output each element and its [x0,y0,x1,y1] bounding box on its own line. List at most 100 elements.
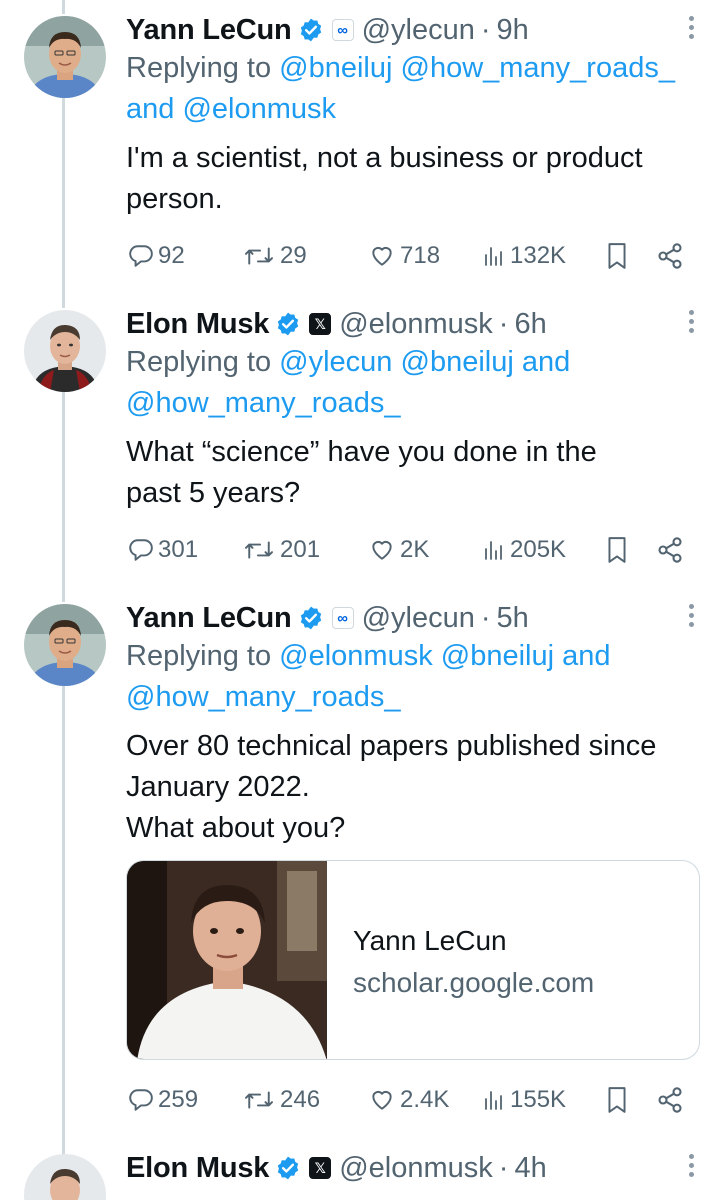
avatar[interactable] [24,16,106,98]
mention-link[interactable]: @bneiluj [441,640,554,672]
tweet-timestamp[interactable]: 5h [497,602,529,635]
tweet-text: Over 80 technical papers published since… [126,730,657,844]
share-button[interactable] [656,1080,684,1120]
author-handle[interactable]: @ylecun [362,602,475,635]
avatar[interactable] [24,604,106,686]
mention-link[interactable]: @bneiluj [401,346,514,378]
separator-dot: · [498,307,509,340]
verified-badge-icon [298,605,324,631]
mention-link[interactable]: @how_many_roads_ [126,681,400,713]
heart-icon [372,540,392,560]
share-button[interactable] [656,236,684,276]
mention-link[interactable]: @elonmusk [279,640,433,672]
tweet-actions: 92 29 718 132K [124,236,694,276]
share-button[interactable] [656,530,684,570]
separator-dot: · [498,1151,509,1184]
link-preview-image [127,861,327,1059]
bookmark-button[interactable] [606,1080,628,1120]
tweet-timestamp[interactable]: 6h [514,308,546,341]
verified-badge-icon [275,1155,301,1181]
mention-link[interactable]: @elonmusk [182,93,336,125]
views-icon [485,1091,502,1110]
views-count: 132K [510,242,567,269]
reply-button[interactable]: 301 [128,530,198,570]
tweet[interactable]: Elon Musk 𝕏 @elonmusk · 4h [0,1148,724,1200]
author-handle[interactable]: @ylecun [362,14,475,47]
verified-badge-icon [298,17,324,43]
repost-count: 246 [280,1086,321,1113]
tweet-actions: 301 201 2K 205K [124,530,694,570]
meta-logo-icon: ∞ [331,19,354,41]
share-icon [658,1087,682,1113]
author-handle[interactable]: @elonmusk [339,1152,493,1185]
tweet[interactable]: Yann LeCun ∞ @ylecun · 9h Replying to @b… [0,10,724,290]
mention-link[interactable]: @bneiluj [279,52,392,84]
reply-button[interactable]: 92 [128,236,185,276]
mention-joiner: and [521,346,571,378]
avatar[interactable] [24,310,106,392]
verified-badge-icon [275,311,301,337]
bookmark-button[interactable] [606,236,628,276]
mention-joiner: and [126,93,175,125]
views-button[interactable]: 205K [482,530,566,570]
link-preview-card[interactable]: Yann LeCun scholar.google.com [126,860,700,1060]
views-icon [485,247,502,266]
more-options-icon[interactable] [688,16,694,39]
meta-logo-icon: ∞ [331,607,354,629]
bookmark-button[interactable] [606,530,628,570]
repost-count: 29 [280,242,307,269]
views-count: 155K [510,1086,567,1113]
replying-to-label: Replying to [126,52,272,84]
like-count: 2K [400,536,430,563]
tweet-timestamp[interactable]: 4h [514,1152,546,1185]
reply-count: 259 [158,1086,199,1113]
repost-button[interactable]: 201 [242,530,320,570]
author-name[interactable]: Elon Musk [126,1152,269,1185]
tweet[interactable]: Yann LeCun ∞ @ylecun · 5h Replying to @e… [0,598,724,1118]
bookmark-icon [608,1087,626,1113]
views-count: 205K [510,536,567,563]
tweet-timestamp[interactable]: 9h [497,14,529,47]
author-name[interactable]: Yann LeCun [126,602,292,635]
like-count: 2.4K [400,1086,450,1113]
x-logo-icon: 𝕏 [309,313,332,335]
share-icon [658,243,682,269]
separator-dot: · [480,13,491,46]
views-button[interactable]: 132K [482,236,566,276]
heart-icon [372,1090,392,1110]
replying-to-label: Replying to [126,346,272,378]
repost-icon [245,541,273,559]
reply-count: 92 [158,242,185,269]
replying-to: Replying to @bneiluj @how_many_roads_ an… [126,48,706,130]
replying-to: Replying to @elonmusk @bneiluj and @how_… [126,636,706,718]
views-icon [485,541,502,560]
replying-to: Replying to @ylecun @bneiluj and @how_ma… [126,342,706,424]
reply-button[interactable]: 259 [128,1080,198,1120]
mention-joiner: and [562,640,611,672]
repost-button[interactable]: 246 [242,1080,320,1120]
tweet-actions: 259 246 2.4K 155K [124,1080,694,1120]
avatar[interactable] [24,1154,106,1200]
like-button[interactable]: 2.4K [368,1080,449,1120]
link-preview-title: Yann LeCun [353,925,507,956]
link-preview-domain: scholar.google.com [353,967,595,998]
author-handle[interactable]: @elonmusk [339,308,493,341]
more-options-icon[interactable] [688,604,694,627]
like-button[interactable]: 2K [368,530,429,570]
bookmark-icon [608,243,626,269]
like-count: 718 [400,242,441,269]
author-name[interactable]: Elon Musk [126,308,269,341]
tweet-text: What “science” have you done in the past… [126,436,597,509]
reply-icon [129,245,153,267]
tweet[interactable]: Elon Musk 𝕏 @elonmusk · 6h Replying to @… [0,304,724,584]
more-options-icon[interactable] [688,1154,694,1177]
views-button[interactable]: 155K [482,1080,566,1120]
like-button[interactable]: 718 [368,236,440,276]
mention-link[interactable]: @how_many_roads_ [401,52,675,84]
repost-button[interactable]: 29 [242,236,307,276]
tweet-text: I'm a scientist, not a business or produ… [126,142,643,215]
mention-link[interactable]: @how_many_roads_ [126,387,400,419]
mention-link[interactable]: @ylecun [279,346,392,378]
more-options-icon[interactable] [688,310,694,333]
author-name[interactable]: Yann LeCun [126,14,292,47]
